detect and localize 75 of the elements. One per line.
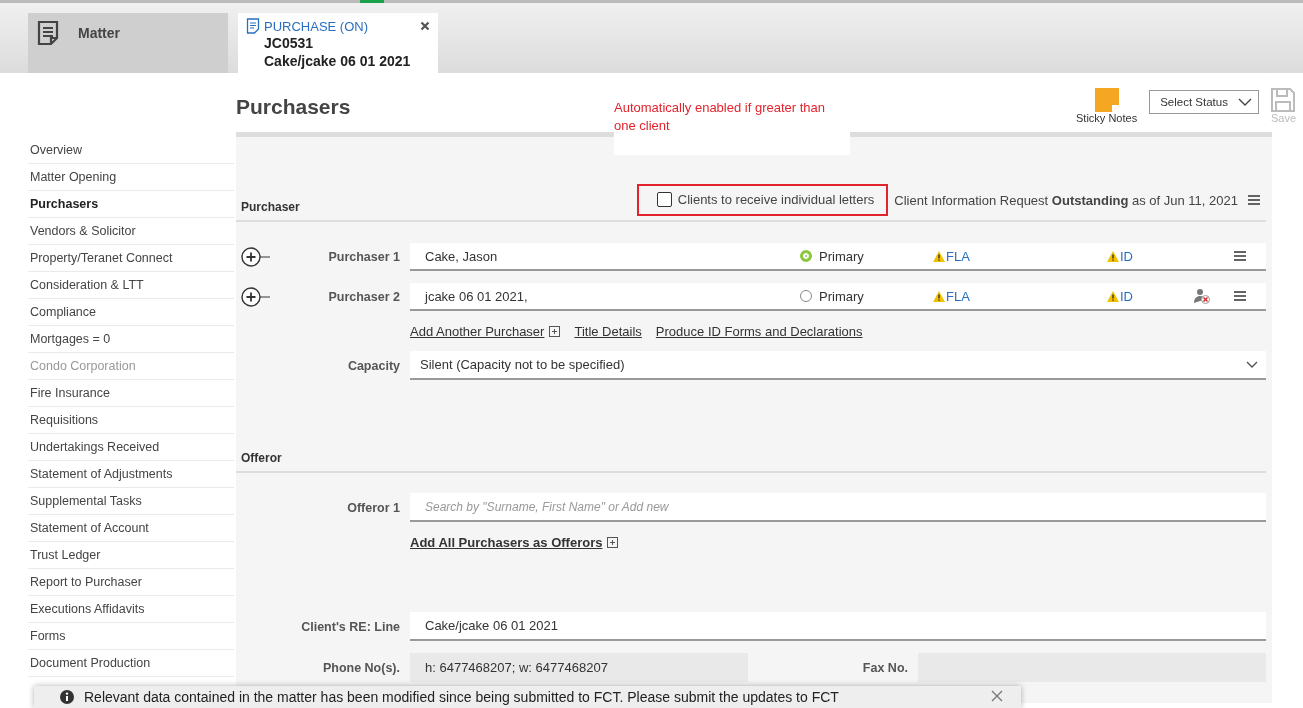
primary-radio[interactable]: Primary [800,248,933,264]
fla-warning-link[interactable]: FLA [933,248,1107,264]
sticky-notes-button[interactable]: Sticky Notes [1076,88,1138,124]
info-request-status: Client Information Request Outstanding as of Jun 11, 2021 [894,192,1238,208]
sidebar-item[interactable]: Fire Insurance [28,380,234,407]
notice-message: Relevant data contained in the matter has been modified since being submitted to FCT. Please submit the updates to FCT [84,689,840,705]
re-line-field[interactable]: Cake/jcake 06 01 2021 [410,612,1266,641]
sidebar-item[interactable]: Purchasers [28,191,234,218]
info-icon [60,690,74,704]
warning-icon [1107,250,1119,262]
sidebar-item[interactable]: Forms [28,623,234,650]
sidebar-item[interactable]: Undertakings Received [28,434,234,461]
close-icon[interactable] [991,690,1003,702]
phone-field[interactable]: h: 6477468207; w: 6477468207 [410,653,748,682]
plus-square-icon [549,326,561,337]
link[interactable]: Add All Purchasers as Offerors [410,535,619,550]
matter-tab[interactable]: PURCHASE (ON) JC0531 Cake/jcake 06 01 2021 [238,13,438,73]
sidebar-item[interactable]: Overview [28,137,234,164]
page-title: Purchasers [236,95,351,119]
capacity-dropdown[interactable]: Silent (Capacity not to be specified) [410,351,1266,380]
sidebar-item[interactable]: Mortgages = 0 [28,326,234,353]
status-dropdown[interactable]: Select Status [1149,90,1259,114]
warning-icon [933,250,945,262]
link[interactable]: Title Details [574,324,642,339]
document-icon [246,18,260,34]
matter-number: JC0531 [264,34,315,52]
sticky-note-icon [1094,88,1119,112]
sidebar-item[interactable]: Trust Ledger [28,542,234,569]
add-circle-icon [241,247,271,267]
field-label: Phone No(s). [321,660,401,675]
sidebar-item[interactable]: Vendors & Solicitor [28,218,234,245]
purchaser-field[interactable]: Cake, Jason Primary FLA ID [410,243,1266,271]
link[interactable]: Add Another Purchaser [410,324,561,339]
sidebar-item[interactable]: Document Production [28,650,234,677]
individual-letters-checkbox[interactable]: Clients to receive individual letters [636,184,889,216]
id-warning-link[interactable]: ID [1107,248,1194,264]
sidebar-item[interactable]: Report to Purchaser [28,569,234,596]
chevron-down-icon [1237,98,1252,106]
chevron-down-icon [1246,361,1258,368]
matter-name: Cake/jcake 06 01 2021 [264,52,412,70]
warning-icon [933,290,945,302]
field-label: Purchaser 2 [327,290,401,304]
menu-icon [1234,291,1246,301]
module-label: Matter [78,25,120,41]
sidebar-item[interactable]: Statement of Account [28,515,234,542]
sidebar-item[interactable]: Executions Affidavits [28,596,234,623]
close-icon [420,21,430,31]
link[interactable]: Produce ID Forms and Declarations [655,324,863,339]
sidebar-item[interactable]: Consideration & LTT [28,272,234,299]
id-warning-link[interactable]: ID [1107,288,1194,304]
sidebar-item[interactable]: Matter Opening [28,164,234,191]
module-tile[interactable]: Matter [28,13,228,73]
menu-icon [1248,195,1260,205]
field-label: Fax No. [861,660,909,675]
offeror-search-field[interactable]: Search by "Surname, First Name" or Add new [410,493,1266,522]
field-label: Capacity [346,358,401,373]
plus-square-icon [607,537,619,548]
section-title: Offeror [241,451,282,465]
sidebar-item[interactable]: Statement of Adjustments [28,461,234,488]
section-title: Purchaser [241,200,300,214]
field-label: Client's RE: Line [300,619,401,634]
warning-icon [1107,290,1119,302]
fla-warning-link[interactable]: FLA [933,288,1107,304]
sidebar-item[interactable]: Supplemental Tasks [28,488,234,515]
field-label: Offeror 1 [346,500,401,515]
sidebar-item[interactable]: Compliance [28,299,234,326]
sidebar-item[interactable]: Requisitions [28,407,234,434]
add-circle-icon [241,287,271,307]
matter-type: PURCHASE (ON) [264,18,369,34]
primary-radio[interactable]: Primary [800,288,933,304]
menu-icon [1234,251,1246,261]
field-label: Purchaser 1 [327,250,401,264]
purchaser-field[interactable]: jcake 06 01 2021, Primary FLA ID [410,283,1266,311]
sidebar-item[interactable]: Property/Teranet Connect [28,245,234,272]
person-remove-icon[interactable] [1194,288,1210,304]
